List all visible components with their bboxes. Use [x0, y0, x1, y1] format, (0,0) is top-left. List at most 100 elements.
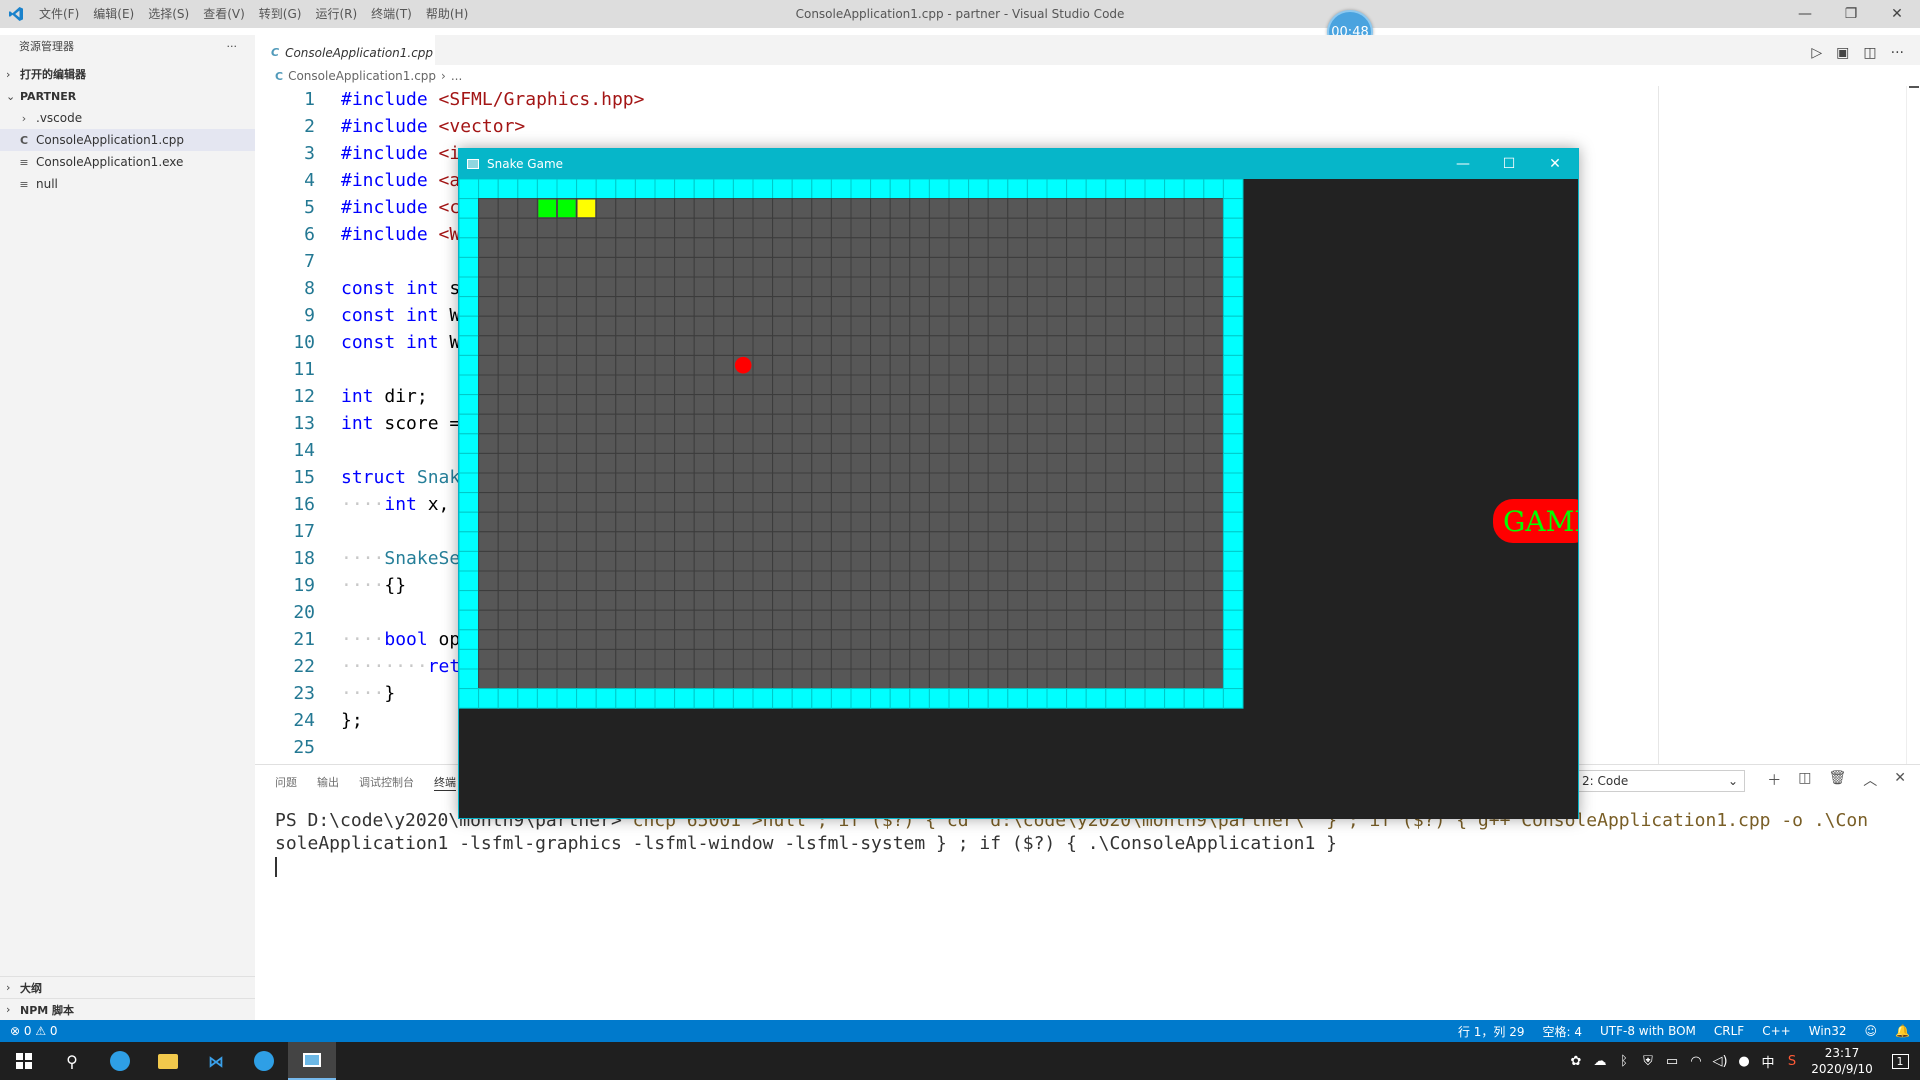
- terminal-output[interactable]: PS D:\code\y2020\month9\partner> chcp 65…: [275, 809, 1915, 878]
- board-cell: [713, 531, 734, 552]
- wall-cell: [576, 688, 597, 709]
- close-button[interactable]: ✕: [1874, 0, 1920, 28]
- board-cell: [1085, 668, 1107, 690]
- board-cell: [732, 531, 754, 552]
- board-cell: [517, 590, 538, 611]
- board-cell: [1066, 315, 1087, 337]
- board-cell: [1066, 472, 1087, 494]
- board-cell: [615, 492, 636, 513]
- indentation[interactable]: 空格: 4: [1543, 1023, 1583, 1040]
- snake-game-window[interactable]: Snake Game — ☐ ✕ GAME: [458, 148, 1579, 819]
- wifi-icon[interactable]: ◠: [1684, 1054, 1708, 1069]
- more-actions-icon[interactable]: ···: [1891, 45, 1904, 61]
- kill-terminal-icon[interactable]: 🗑: [1828, 770, 1846, 790]
- file-tree-item[interactable]: C ConsoleApplication1.cpp: [0, 129, 255, 151]
- snake-game-canvas[interactable]: GAME: [459, 179, 1578, 819]
- app-tray-icon[interactable]: ✿: [1564, 1054, 1588, 1069]
- ime-indicator[interactable]: 中: [1756, 1052, 1780, 1071]
- board-cell: [968, 413, 989, 435]
- board-cell: [556, 492, 578, 513]
- board-cell: [517, 629, 538, 650]
- board-cell: [1183, 394, 1205, 415]
- board-cell: [536, 276, 558, 298]
- open-editors-section[interactable]: › 打开的编辑器: [0, 63, 255, 85]
- file-tree-item[interactable]: › .vscode: [0, 107, 255, 129]
- clock[interactable]: 23:17 2020/9/10: [1804, 1045, 1880, 1077]
- edge-icon[interactable]: [240, 1042, 288, 1080]
- split-editor-icon[interactable]: ◫: [1863, 45, 1876, 61]
- wall-cell: [1026, 688, 1048, 709]
- board-cell: [1183, 511, 1205, 533]
- panel-tab[interactable]: 输出: [317, 774, 339, 790]
- bell-icon[interactable]: 🔔: [1895, 1024, 1910, 1038]
- menu-item[interactable]: 选择(S): [141, 0, 196, 28]
- terminal-select[interactable]: 2: Code ⌄: [1575, 770, 1745, 792]
- menu-item[interactable]: 转到(G): [252, 0, 309, 28]
- file-explorer-icon[interactable]: [144, 1042, 192, 1080]
- feedback-icon[interactable]: ☺: [1865, 1024, 1878, 1038]
- board-cell: [732, 609, 754, 631]
- file-encoding[interactable]: UTF-8 with BOM: [1600, 1024, 1696, 1038]
- new-terminal-icon[interactable]: ＋: [1767, 770, 1781, 790]
- input-method-icon[interactable]: S: [1780, 1054, 1804, 1069]
- menu-item[interactable]: 帮助(H): [419, 0, 475, 28]
- edge-icon[interactable]: [96, 1042, 144, 1080]
- file-tree-item[interactable]: ≡ null: [0, 173, 255, 195]
- volume-icon[interactable]: ◁): [1708, 1054, 1732, 1069]
- board-cell: [772, 335, 793, 356]
- cursor-position[interactable]: 行 1，列 29: [1458, 1023, 1525, 1040]
- board-cell: [889, 629, 911, 650]
- run-icon[interactable]: ▷: [1811, 45, 1822, 61]
- game-minimize-button[interactable]: —: [1440, 149, 1486, 179]
- microphone-icon[interactable]: ●: [1732, 1054, 1756, 1069]
- wall-cell: [693, 688, 715, 709]
- snake-game-taskbar-icon[interactable]: [288, 1042, 336, 1080]
- search-icon[interactable]: ⚲: [48, 1042, 96, 1080]
- more-actions-icon[interactable]: ···: [227, 40, 238, 53]
- game-close-button[interactable]: ✕: [1532, 149, 1578, 179]
- board-cell: [909, 609, 930, 631]
- menu-item[interactable]: 运行(R): [308, 0, 364, 28]
- panel-tab[interactable]: 终端: [434, 774, 456, 791]
- save-icon[interactable]: ▣: [1836, 45, 1849, 61]
- end-of-line[interactable]: CRLF: [1714, 1024, 1744, 1038]
- security-icon[interactable]: ⛨: [1636, 1054, 1660, 1069]
- problems-indicator[interactable]: ⊗ 0 ⚠ 0: [10, 1024, 58, 1038]
- editor-scrollbar[interactable]: [1906, 86, 1920, 764]
- board-cell: [1183, 550, 1205, 572]
- breadcrumb-file[interactable]: ConsoleApplication1.cpp: [288, 69, 436, 83]
- platform-config[interactable]: Win32: [1809, 1024, 1847, 1038]
- board-cell: [595, 335, 617, 356]
- board-cell: [1144, 531, 1166, 552]
- board-cell: [772, 452, 793, 474]
- bluetooth-icon[interactable]: ᛒ: [1612, 1054, 1636, 1069]
- file-tree-item[interactable]: ≡ ConsoleApplication1.exe: [0, 151, 255, 173]
- onedrive-icon[interactable]: ☁: [1588, 1054, 1612, 1069]
- vscode-taskbar-icon[interactable]: ⋈: [192, 1042, 240, 1080]
- breadcrumb-symbol[interactable]: ...: [451, 69, 462, 83]
- action-center-icon[interactable]: 1: [1880, 1042, 1920, 1080]
- game-maximize-button[interactable]: ☐: [1486, 149, 1532, 179]
- panel-tab[interactable]: 调试控制台: [359, 774, 414, 790]
- language-mode[interactable]: C++: [1762, 1024, 1791, 1038]
- outline-section[interactable]: › 大纲: [0, 976, 255, 998]
- split-terminal-icon[interactable]: ◫: [1798, 770, 1811, 790]
- menu-item[interactable]: 查看(V): [196, 0, 252, 28]
- maximize-panel-icon[interactable]: ︿: [1863, 770, 1877, 790]
- close-panel-icon[interactable]: ✕: [1894, 770, 1906, 790]
- project-section[interactable]: ⌄ PARTNER: [0, 85, 255, 107]
- menu-item[interactable]: 文件(F): [32, 0, 86, 28]
- restore-button[interactable]: ❐: [1828, 0, 1874, 28]
- menu-item[interactable]: 编辑(E): [86, 0, 141, 28]
- board-cell: [478, 570, 499, 592]
- board-cell: [615, 629, 636, 650]
- npm-scripts-section[interactable]: › NPM 脚本: [0, 998, 255, 1020]
- menu-item[interactable]: 终端(T): [364, 0, 419, 28]
- battery-icon[interactable]: ▭: [1660, 1054, 1684, 1069]
- panel-tab[interactable]: 问题: [275, 774, 297, 790]
- start-button-icon[interactable]: [0, 1042, 48, 1080]
- minimize-button[interactable]: —: [1782, 0, 1828, 28]
- snake-game-titlebar[interactable]: Snake Game — ☐ ✕: [459, 149, 1578, 179]
